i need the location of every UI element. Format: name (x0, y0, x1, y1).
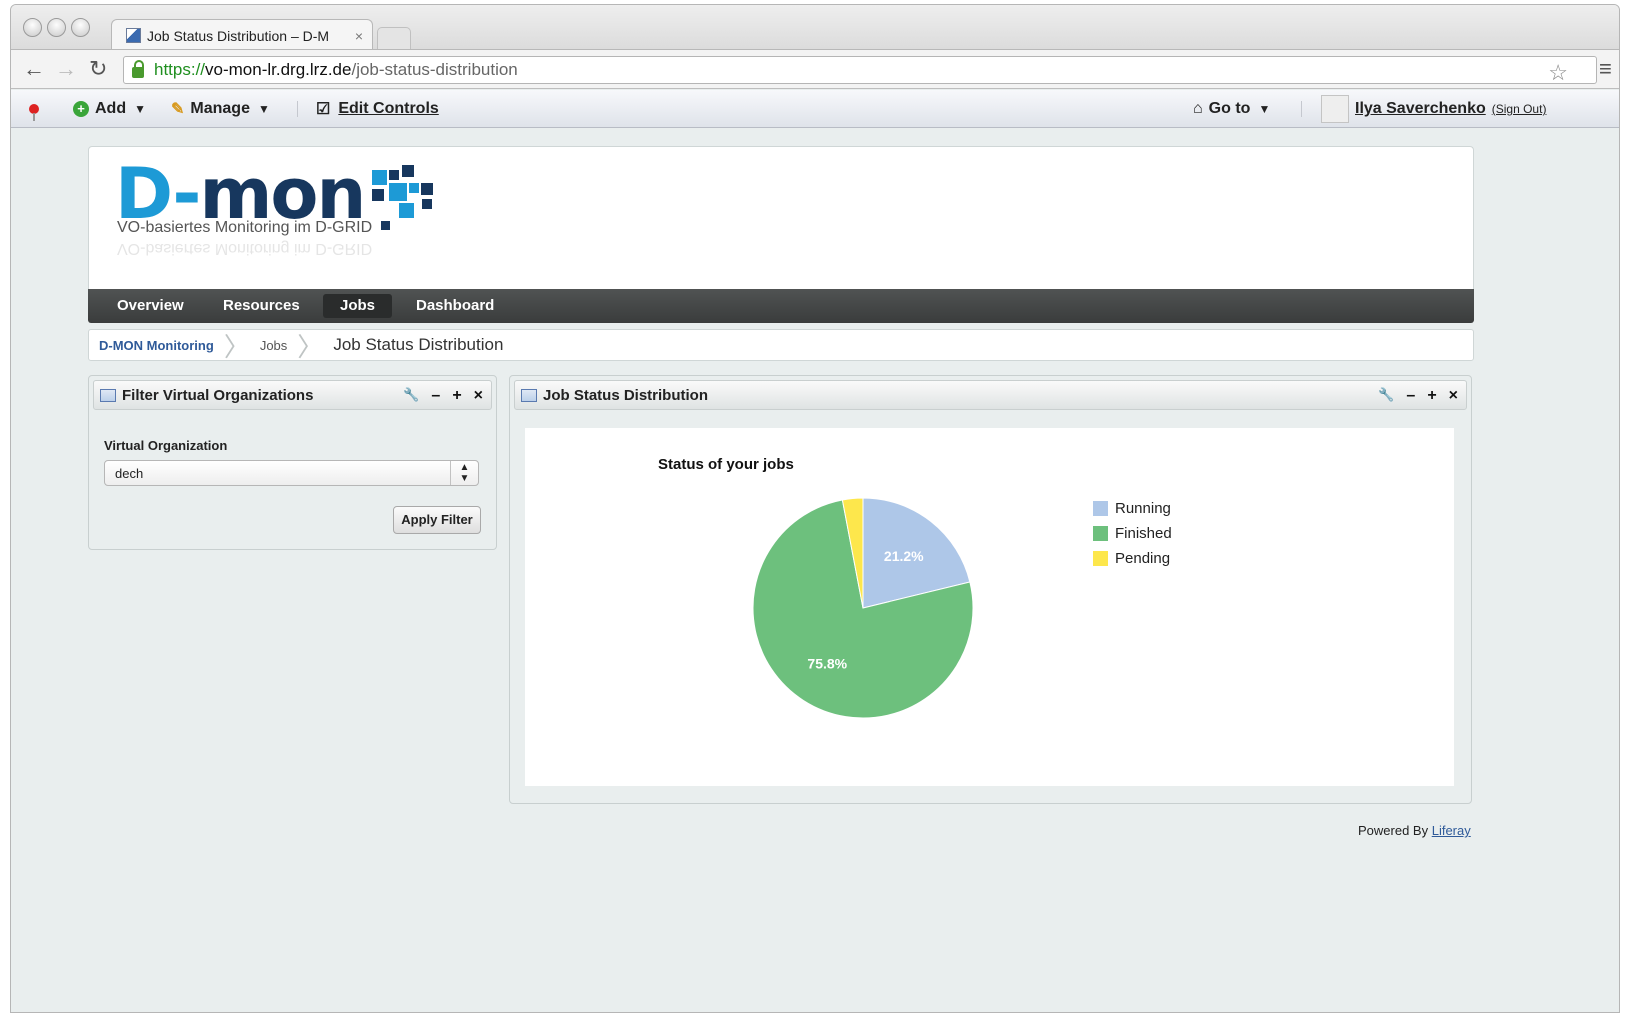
select-arrows-icon: ▲ ▼ (450, 461, 478, 485)
separator (1301, 101, 1302, 117)
browser-tab[interactable]: Job Status Distribution – D-M × (111, 19, 373, 51)
legend-label: Running (1115, 500, 1171, 517)
lock-icon (132, 60, 144, 78)
powered-by-label: Powered By (1358, 823, 1429, 838)
legend-label: Finished (1115, 525, 1172, 542)
legend-swatch (1093, 501, 1108, 516)
favicon-icon (126, 28, 141, 43)
close-icon[interactable]: × (1449, 387, 1458, 405)
zoom-window-button[interactable] (71, 18, 90, 37)
vo-select-value: dech (115, 465, 144, 481)
pencil-icon: ✎ (171, 101, 185, 118)
reload-icon[interactable]: ↻ (89, 58, 107, 80)
url-path: /job-status-distribution (351, 60, 518, 79)
liferay-link[interactable]: Liferay (1432, 823, 1471, 838)
checkbox-icon: ☑ (316, 101, 331, 118)
bookmark-star-icon[interactable]: ☆ (1548, 60, 1568, 86)
tab-strip: Job Status Distribution – D-M × (11, 5, 1619, 51)
back-arrow-icon[interactable]: ← (23, 58, 45, 80)
nav-resources[interactable]: Resources (206, 294, 317, 318)
url-scheme: https:// (154, 60, 206, 79)
wrench-icon[interactable]: 🔧 (1378, 387, 1394, 405)
chevron-down-icon: ▼ (1258, 102, 1271, 116)
logo-reflection: VO-basiertes Monitoring im D-GRID (117, 240, 373, 257)
browser-toolbar: ← → ↻ https://vo-mon-lr.drg.lrz.de/job-s… (11, 49, 1619, 89)
user-menu[interactable]: Ilya Saverchenko (Sign Out) (1321, 90, 1546, 128)
breadcrumb-separator: 〉 (297, 331, 324, 362)
powered-by: Powered By Liferay (1358, 823, 1471, 838)
chevron-down-icon: ▼ (257, 102, 270, 116)
sign-out-link[interactable]: (Sign Out) (1492, 102, 1547, 116)
portlet-title: Job Status Distribution (543, 386, 708, 404)
maximize-icon[interactable]: + (452, 387, 461, 405)
portlet-icon (100, 388, 116, 402)
edit-controls-toggle[interactable]: ☑ Edit Controls (316, 90, 439, 128)
legend-item-running[interactable]: Running (1093, 496, 1172, 521)
user-name[interactable]: Ilya Saverchenko (1355, 100, 1486, 118)
main-navigation: Overview Resources Jobs Dashboard (88, 289, 1474, 323)
legend-label: Pending (1115, 550, 1171, 567)
breadcrumb-separator: 〉 (223, 331, 250, 362)
goto-label: Go to (1208, 100, 1251, 117)
add-icon: + (73, 101, 89, 117)
minimize-window-button[interactable] (47, 18, 66, 37)
pie-label-running: 21.2% (884, 548, 924, 564)
logo-subtitle: VO-basiertes Monitoring im D-GRID (117, 219, 373, 236)
forward-arrow-icon[interactable]: → (55, 58, 77, 80)
nav-overview[interactable]: Overview (100, 294, 201, 318)
maximize-icon[interactable]: + (1427, 387, 1436, 405)
goto-menu-button[interactable]: ⌂ Go to ▼ (1193, 90, 1270, 128)
edit-controls-label: Edit Controls (338, 100, 439, 117)
breadcrumb-root[interactable]: D-MON Monitoring (99, 338, 214, 353)
manage-label: Manage (190, 100, 250, 117)
breadcrumb-jobs[interactable]: Jobs (260, 338, 287, 353)
apply-filter-button[interactable]: Apply Filter (393, 506, 481, 534)
browser-menu-icon[interactable]: ≡ (1599, 58, 1612, 80)
vo-select[interactable]: dech ▲ ▼ (104, 460, 479, 486)
avatar (1321, 95, 1349, 123)
chevron-down-icon: ▼ (134, 102, 146, 116)
chart-area: Status of your jobs 21.2% 75.8% Running F… (525, 428, 1454, 786)
legend-item-finished[interactable]: Finished (1093, 521, 1172, 546)
filter-portlet: Filter Virtual Organizations 🔧 – + × Vir… (88, 375, 497, 550)
liferay-dockbar: + Add ▼ ✎ Manage ▼ ☑ Edit Controls ⌂ Go … (11, 90, 1619, 128)
url-host: vo-mon-lr.drg.lrz.de (205, 60, 352, 79)
legend-item-pending[interactable]: Pending (1093, 546, 1172, 571)
breadcrumb: D-MON Monitoring 〉 Jobs 〉 Job Status Dis… (88, 329, 1474, 362)
pie-chart: 21.2% 75.8% (752, 497, 974, 719)
pie-label-finished: 75.8% (807, 656, 847, 672)
manage-menu-button[interactable]: ✎ Manage ▼ (171, 90, 270, 128)
chart-legend: Running Finished Pending (1093, 496, 1172, 571)
tab-title: Job Status Distribution – D-M (147, 27, 330, 44)
legend-swatch (1093, 551, 1108, 566)
home-icon: ⌂ (1193, 100, 1203, 117)
chart-portlet: Job Status Distribution 🔧 – + × Status o… (509, 375, 1472, 804)
nav-dashboard[interactable]: Dashboard (399, 294, 511, 318)
minimize-icon[interactable]: – (1406, 387, 1415, 405)
breadcrumb-current: Job Status Distribution (333, 335, 504, 354)
minimize-icon[interactable]: – (431, 387, 440, 405)
portlet-icon (521, 388, 537, 402)
portlet-title-bar: Job Status Distribution 🔧 – + × (514, 380, 1467, 410)
portlet-title-bar: Filter Virtual Organizations 🔧 – + × (93, 380, 492, 410)
separator (297, 101, 298, 117)
vo-label: Virtual Organization (104, 438, 228, 453)
add-label: Add (95, 100, 127, 117)
legend-swatch (1093, 526, 1108, 541)
close-window-button[interactable] (23, 18, 42, 37)
browser-window: Job Status Distribution – D-M × ← → ↻ ht… (10, 4, 1620, 1013)
wrench-icon[interactable]: 🔧 (403, 387, 419, 405)
pin-icon[interactable] (29, 90, 39, 128)
new-tab-button[interactable] (377, 27, 411, 49)
close-icon[interactable]: × (474, 387, 483, 405)
portlet-title: Filter Virtual Organizations (122, 386, 314, 404)
add-menu-button[interactable]: + Add ▼ (73, 90, 146, 128)
site-header: D-mon VO-basiertes Monitoring im D-GRID … (88, 146, 1474, 291)
tab-close-icon[interactable]: × (346, 28, 372, 44)
address-bar[interactable]: https://vo-mon-lr.drg.lrz.de/job-status-… (123, 56, 1597, 86)
nav-jobs[interactable]: Jobs (323, 294, 393, 318)
